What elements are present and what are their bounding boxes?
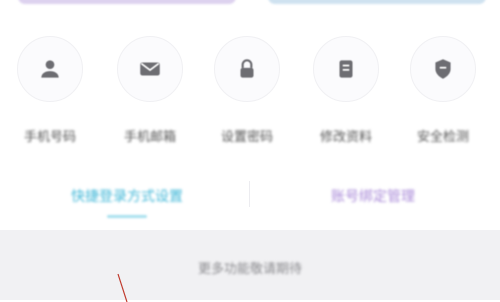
mail-icon — [117, 36, 183, 102]
tab-quick-login[interactable]: 快捷登录方式设置 — [12, 168, 242, 224]
shortcut-label: 设置密码 — [220, 130, 273, 145]
tab-account-binding[interactable]: 账号绑定管理 — [258, 168, 488, 224]
panel-title: 更多功能敬请期待 — [197, 262, 302, 277]
tab-divider — [249, 181, 250, 207]
person-icon — [17, 36, 83, 102]
annotation-arrow-icon — [117, 273, 128, 302]
shortcut-label: 手机号码 — [23, 130, 76, 145]
tab-bar: 快捷登录方式设置 账号绑定管理 — [0, 168, 500, 224]
active-tab-indicator — [107, 215, 147, 218]
lock-icon — [214, 36, 280, 102]
shortcut-password[interactable]: 设置密码 — [197, 36, 297, 146]
shortcut-label: 手机邮箱 — [123, 130, 176, 145]
shortcut-grid: 手机号码 手机邮箱 设置密码 修改资料 安全检测 — [0, 0, 500, 160]
shortcut-phone[interactable]: 手机号码 — [0, 36, 100, 146]
shortcut-mail[interactable]: 手机邮箱 — [100, 36, 200, 146]
tab-label: 快捷登录方式设置 — [71, 189, 183, 205]
shortcut-label: 安全检测 — [416, 130, 469, 145]
shortcut-profile[interactable]: 修改资料 — [296, 36, 396, 146]
shortcut-security[interactable]: 安全检测 — [393, 36, 493, 146]
document-icon — [313, 36, 379, 102]
shortcut-label: 修改资料 — [319, 130, 372, 145]
tab-label: 账号绑定管理 — [331, 189, 415, 205]
shield-icon — [410, 36, 476, 102]
bottom-panel: 更多功能敬请期待 — [0, 230, 500, 300]
